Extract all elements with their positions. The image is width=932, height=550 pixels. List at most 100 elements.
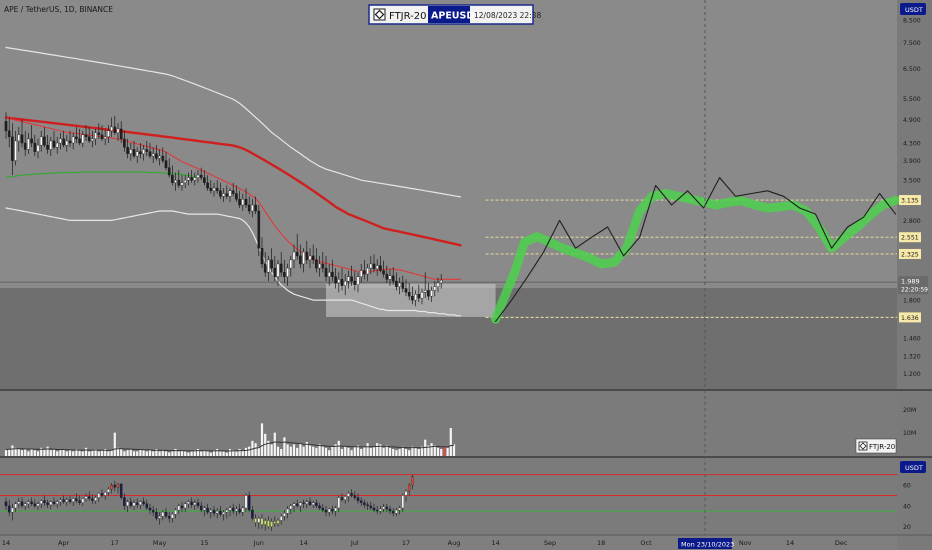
osc-body (356, 497, 360, 501)
candle-body (283, 272, 286, 277)
candle-body (388, 275, 392, 280)
candle-body (407, 292, 411, 297)
candle-body (382, 270, 385, 275)
volume-bar (353, 446, 356, 456)
candle-body (46, 144, 49, 150)
candle-body (39, 136, 43, 146)
candle-body (65, 140, 69, 146)
candle-body (151, 153, 155, 157)
candle-body (295, 251, 299, 257)
volume-bar (59, 450, 62, 456)
volume-bar (174, 449, 177, 456)
osc-body (302, 502, 305, 504)
volume-bar (148, 450, 152, 456)
osc-body (11, 507, 14, 513)
volume-bar (248, 446, 251, 456)
candle-body (222, 193, 225, 197)
volume-bar (302, 446, 305, 456)
candle-body (286, 267, 289, 277)
candle-body (49, 140, 53, 150)
candle-body (84, 134, 88, 138)
candle-body (337, 279, 341, 284)
time-tick-label: Aug (448, 539, 461, 547)
candle-body (113, 126, 117, 134)
osc-body (273, 521, 277, 524)
volume-bar (436, 447, 440, 456)
osc-body (113, 484, 117, 488)
time-tick-label: Jun (253, 539, 264, 547)
volume-bar (4, 450, 8, 456)
osc-body (17, 501, 21, 504)
volume-bar (187, 452, 190, 456)
osc-body (75, 498, 78, 501)
volume-bar (292, 444, 296, 456)
osc-body (231, 507, 235, 512)
osc-body (385, 506, 389, 510)
osc-body (215, 510, 219, 514)
volume-bar (238, 449, 241, 456)
candle-body (33, 142, 37, 152)
osc-body (299, 502, 302, 507)
osc-body (350, 493, 353, 496)
osc-body (267, 520, 270, 527)
candle-body (103, 136, 107, 140)
candle-body (375, 265, 379, 270)
osc-body (65, 499, 69, 502)
osc-body (14, 503, 17, 509)
candle-body (30, 138, 33, 144)
osc-body (27, 501, 30, 504)
volume-bar (177, 451, 180, 456)
candle-body (59, 138, 62, 144)
volume-bar (360, 449, 363, 456)
osc-body (222, 511, 225, 515)
osc-body (318, 505, 321, 509)
badge-name: FTJR-20 (389, 11, 427, 22)
candle-body (87, 136, 91, 142)
candle-body (174, 179, 177, 183)
osc-body (407, 484, 411, 492)
volume-bar (129, 449, 132, 456)
volume-bar (81, 451, 84, 456)
candle-body (100, 134, 104, 140)
osc-body (190, 501, 193, 505)
indicator-legend[interactable]: FTJR-20 (855, 438, 897, 454)
price-level-tag-label: 2.325 (901, 251, 919, 258)
volume-bar (433, 445, 436, 456)
candle-body (97, 132, 101, 136)
time-tick-label: Oct (640, 539, 652, 547)
volume-bar (395, 450, 398, 456)
osc-body (203, 507, 206, 511)
volume-bar (340, 449, 344, 456)
volume-bar (414, 447, 417, 456)
volume-bar (321, 446, 324, 456)
osc-body (139, 501, 142, 505)
volume-bar (97, 451, 100, 456)
osc-body (315, 502, 318, 507)
volume-bar (369, 447, 372, 456)
osc-body (286, 508, 289, 514)
candle-body (78, 138, 81, 144)
osc-body (327, 508, 331, 513)
volume-bar (84, 447, 88, 456)
volume-bar (337, 440, 340, 456)
osc-body (353, 495, 357, 498)
osc-body (199, 505, 203, 511)
volume-bar (100, 450, 104, 456)
volume-bar (107, 451, 110, 456)
volume-bar (328, 450, 331, 456)
osc-body (116, 483, 120, 488)
volume-bar (196, 449, 200, 456)
trading-chart[interactable]: 8.500 7.500 6.500 5.500 4.900 4.300 3.900 3.500… (0, 0, 932, 550)
candle-body (135, 151, 139, 157)
time-tick-label: Jul (350, 539, 359, 547)
volume-bar (270, 444, 273, 456)
volume-bar (33, 450, 36, 456)
osc-body (321, 507, 325, 511)
volume-bar (222, 451, 225, 456)
candle-body (395, 280, 398, 287)
indicator-badge[interactable]: FTJR-20 APEUSDT 12/08/2023 22:38 (368, 4, 541, 25)
volume-bar (382, 447, 385, 456)
candle-body (436, 282, 440, 287)
volume-bar (280, 449, 283, 456)
osc-body (4, 501, 8, 507)
